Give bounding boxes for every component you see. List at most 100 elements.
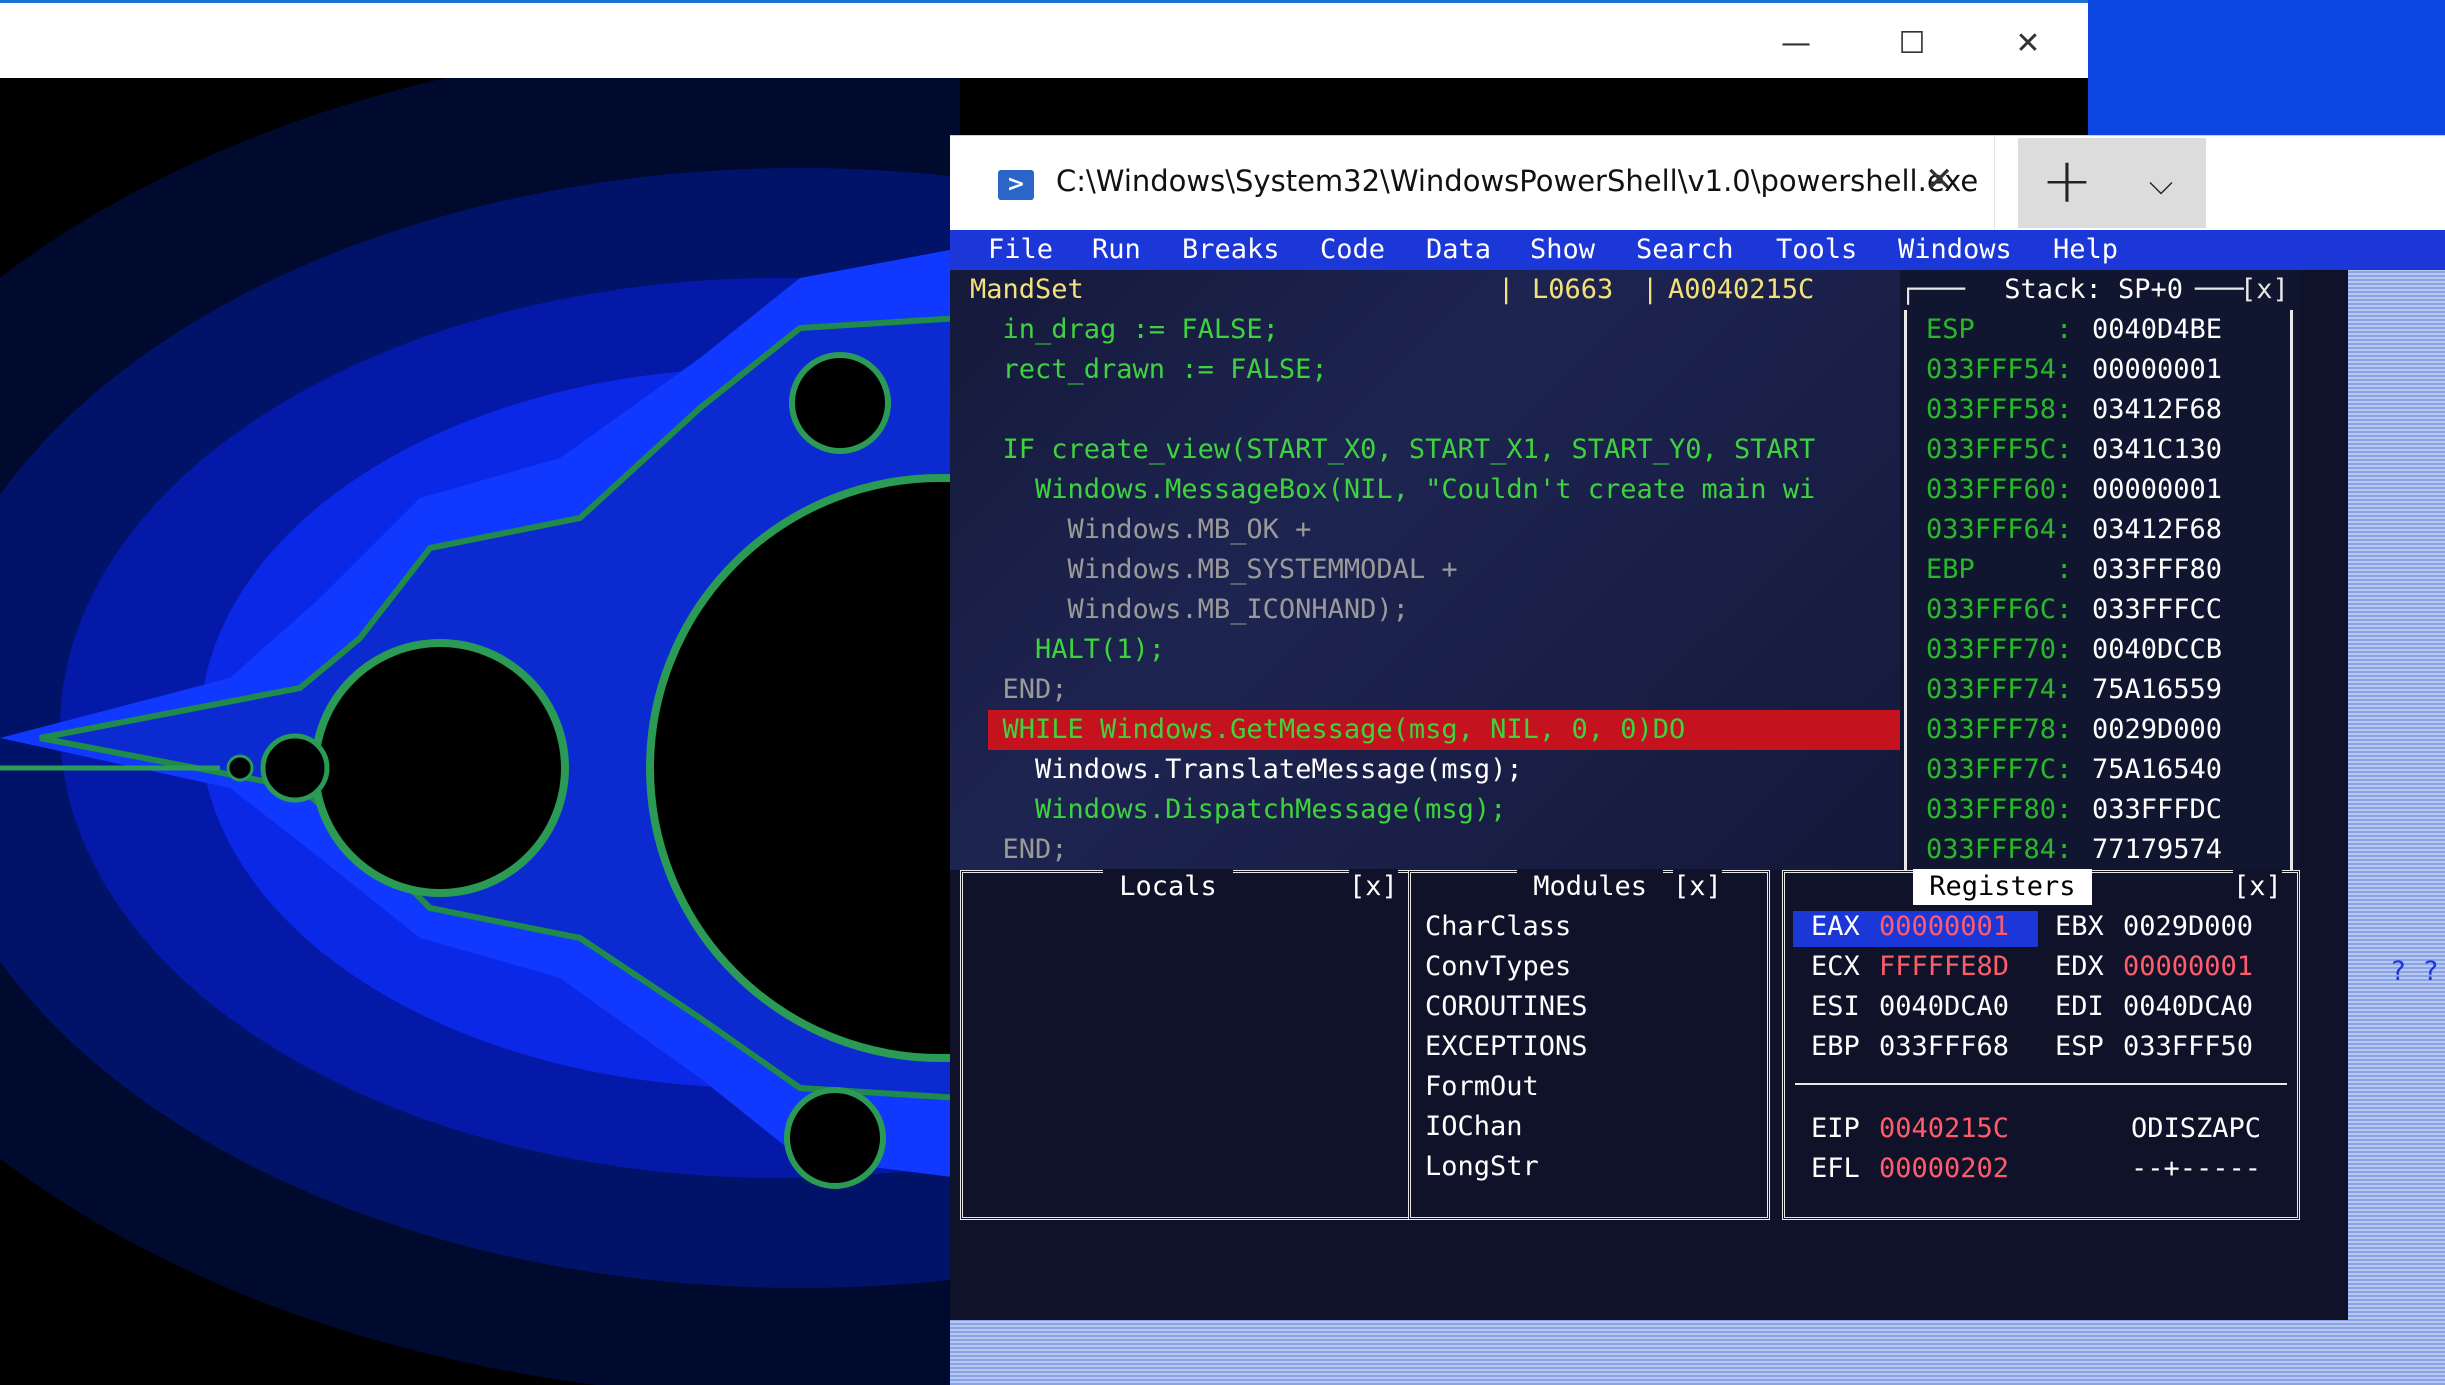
code-line[interactable]: rect_drawn := FALSE; xyxy=(970,350,1328,390)
stack-title: Stack: SP+0 xyxy=(1988,274,2200,305)
flags-value[interactable]: --+----- xyxy=(2131,1149,2261,1189)
module-item[interactable]: IOChan xyxy=(1425,1107,1523,1147)
stack-address: 033FFF70: xyxy=(1926,634,2073,665)
register-name: ESI xyxy=(1811,991,1860,1022)
modules-pane[interactable]: Modules [x] CharClass ConvTypes COROUTINES… xyxy=(1408,869,1770,1220)
stack-address: EBP : xyxy=(1926,554,2073,585)
close-button[interactable]: ✕ xyxy=(1972,6,2084,81)
code-line[interactable]: IF create_view(START_X0, START_X1, START… xyxy=(970,430,1816,470)
registers-close-button[interactable]: [x] xyxy=(2233,869,2282,905)
register-value[interactable]: 033FFF50 xyxy=(2123,1027,2253,1067)
menu-breaks[interactable]: Breaks xyxy=(1182,232,1280,268)
debugger-menu-bar: File Run Breaks Code Data Show Search To… xyxy=(950,230,2445,270)
stack-value[interactable]: 03412F68 xyxy=(2092,390,2222,430)
stack-value[interactable]: 033FFF80 xyxy=(2092,550,2222,590)
stack-value[interactable]: 75A16559 xyxy=(2092,670,2222,710)
menu-code[interactable]: Code xyxy=(1320,232,1385,268)
register-value[interactable]: FFFFFE8D xyxy=(1879,947,2009,987)
desktop-background xyxy=(2088,0,2445,140)
register-name: EDX xyxy=(2055,951,2104,982)
header-separator: | xyxy=(1642,274,1659,305)
terminal-tab[interactable]: > C:\Windows\System32\WindowsPowerShell\… xyxy=(950,136,1995,231)
menu-help[interactable]: Help xyxy=(2053,232,2118,268)
module-item[interactable]: CharClass xyxy=(1425,907,1571,947)
code-line[interactable]: Windows.MB_SYSTEMMODAL + xyxy=(970,550,1458,590)
stack-value[interactable]: 033FFFDC xyxy=(2092,790,2222,830)
register-name: EDI xyxy=(2055,991,2104,1022)
stack-value[interactable]: 0040DCCB xyxy=(2092,630,2222,670)
code-line[interactable]: END; xyxy=(970,830,1068,870)
stack-value[interactable]: 0029D000 xyxy=(2092,710,2222,750)
eip-label: EIP xyxy=(1811,1113,1860,1144)
module-item[interactable]: FormOut xyxy=(1425,1067,1539,1107)
stack-value[interactable]: 75A16540 xyxy=(2092,750,2222,790)
eip-value[interactable]: 0040215C xyxy=(1879,1109,2009,1149)
module-item[interactable]: COROUTINES xyxy=(1425,987,1588,1027)
code-line[interactable]: Windows.MessageBox(NIL, "Couldn't create… xyxy=(970,470,1815,510)
locals-close-button[interactable]: [x] xyxy=(1349,869,1398,905)
register-value[interactable]: 0029D000 xyxy=(2123,907,2253,947)
mandelbrot-fractal-image[interactable] xyxy=(0,78,960,1385)
chevron-down-icon[interactable]: ⌵ xyxy=(2116,138,2206,228)
current-code-line[interactable]: Windows.TranslateMessage(msg); xyxy=(970,750,1523,790)
maximize-button[interactable]: ☐ xyxy=(1856,6,1968,81)
flags-header: ODISZAPC xyxy=(2131,1113,2262,1144)
tab-close-icon[interactable]: ✕ xyxy=(1925,160,1954,200)
stack-value[interactable]: 00000001 xyxy=(2092,470,2222,510)
stack-address: 033FFF6C: xyxy=(1926,594,2073,625)
terminal-window: > C:\Windows\System32\WindowsPowerShell\… xyxy=(950,135,2445,1385)
code-line[interactable]: in_drag := FALSE; xyxy=(970,310,1279,350)
register-name: EBX xyxy=(2055,911,2104,942)
new-tab-button[interactable]: + xyxy=(2018,138,2116,228)
stack-value[interactable]: 033FFFCC xyxy=(2092,590,2222,630)
efl-value[interactable]: 00000202 xyxy=(1879,1149,2009,1189)
locals-title: Locals xyxy=(1103,869,1234,905)
fractal-window-titlebar: — ☐ ✕ xyxy=(0,0,2088,78)
code-line[interactable]: HALT(1); xyxy=(970,630,1165,670)
menu-run[interactable]: Run xyxy=(1092,232,1141,268)
module-item[interactable]: EXCEPTIONS xyxy=(1425,1027,1588,1067)
register-value[interactable]: 0040DCA0 xyxy=(1879,987,2009,1027)
registers-divider xyxy=(1795,1083,2287,1085)
stack-value[interactable]: 0341C130 xyxy=(2092,430,2222,470)
debugger-console[interactable]: ? ? File Run Breaks Code Data Show Searc… xyxy=(950,230,2445,1385)
stack-address: 033FFF84: xyxy=(1926,834,2073,865)
stack-address: ESP : xyxy=(1926,314,2073,345)
code-line[interactable]: WHILE Windows.GetMessage(msg, NIL, 0, 0)… xyxy=(970,710,1686,750)
stack-pane[interactable]: ┌─── Stack: SP+0 ─── [x] ESP : 0040D4BE 03… xyxy=(1900,270,2300,870)
registers-pane[interactable]: Registers [x] EAX 00000001 EBX 0029D000 ECX F… xyxy=(1782,869,2300,1220)
menu-file[interactable]: File xyxy=(988,232,1053,268)
register-name: ESP xyxy=(2055,1031,2104,1062)
menu-show[interactable]: Show xyxy=(1530,232,1595,268)
stack-close-button[interactable]: [x] xyxy=(2240,270,2289,310)
register-value[interactable]: 00000001 xyxy=(2123,947,2253,987)
module-item[interactable]: LongStr xyxy=(1425,1147,1539,1187)
stack-value[interactable]: 77179574 xyxy=(2092,830,2222,870)
module-item[interactable]: ConvTypes xyxy=(1425,947,1571,987)
code-line[interactable]: Windows.MB_ICONHAND); xyxy=(970,590,1409,630)
stack-value[interactable]: 00000001 xyxy=(2092,350,2222,390)
minimize-button[interactable]: — xyxy=(1740,6,1852,81)
stack-value[interactable]: 0040D4BE xyxy=(2092,310,2222,350)
stack-value[interactable]: 03412F68 xyxy=(2092,510,2222,550)
current-address: A0040215C xyxy=(1668,274,1815,305)
menu-data[interactable]: Data xyxy=(1426,232,1491,268)
menu-search[interactable]: Search xyxy=(1636,232,1734,268)
line-number: L0663 xyxy=(1532,274,1614,305)
register-name: EAX xyxy=(1811,911,1860,942)
code-line[interactable]: END; xyxy=(970,670,1068,710)
register-value[interactable]: 00000001 xyxy=(1879,907,2009,947)
register-value[interactable]: 033FFF68 xyxy=(1879,1027,2009,1067)
register-name: ECX xyxy=(1811,951,1860,982)
code-line[interactable]: Windows.MB_OK + xyxy=(970,510,1312,550)
source-code-pane[interactable]: MandSet | L0663 | A0040215C in_drag := F… xyxy=(950,270,1900,870)
stray-glyphs: ? ? xyxy=(2390,956,2439,987)
code-line[interactable]: Windows.DispatchMessage(msg); xyxy=(970,790,1506,830)
modules-close-button[interactable]: [x] xyxy=(1673,869,1722,905)
console-unused-area xyxy=(2348,230,2445,1385)
console-unused-area-bottom xyxy=(950,1320,2350,1385)
menu-windows[interactable]: Windows xyxy=(1898,232,2012,268)
register-value[interactable]: 0040DCA0 xyxy=(2123,987,2253,1027)
menu-tools[interactable]: Tools xyxy=(1776,232,1857,268)
locals-pane[interactable]: Locals [x] xyxy=(960,869,1430,1220)
